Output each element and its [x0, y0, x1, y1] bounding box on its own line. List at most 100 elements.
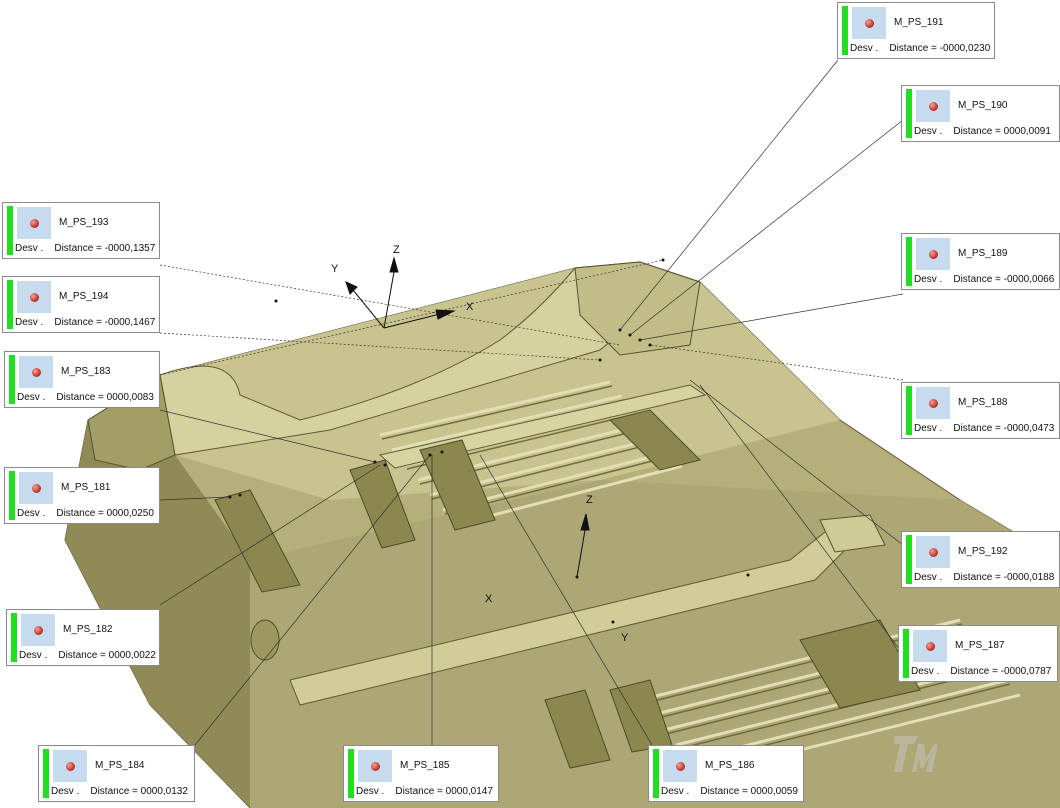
status-bar [906, 386, 912, 435]
label-m-ps-184[interactable]: M_PS_184 Desv . Distance = 0000,0132 [38, 745, 195, 802]
point-sphere-icon [663, 750, 697, 782]
label-name: M_PS_189 [958, 248, 1008, 259]
axis-label-center-x: X [485, 593, 493, 605]
distance-value: 0000,0250 [106, 508, 154, 519]
status-bar [43, 749, 49, 798]
distance-label: Distance = [953, 572, 1001, 583]
label-m-ps-185[interactable]: M_PS_185 Desv . Distance = 0000,0147 [343, 745, 499, 802]
point-sphere-icon [913, 630, 947, 662]
distance-value: -0000,1357 [104, 243, 156, 254]
label-m-ps-182[interactable]: M_PS_182 Desv . Distance = 0000,0022 [6, 609, 160, 666]
label-name: M_PS_184 [95, 760, 145, 771]
point-sphere-icon [358, 750, 392, 782]
label-m-ps-188[interactable]: M_PS_188 Desv . Distance = -0000,0473 [901, 382, 1060, 439]
desv-label: Desv . [17, 508, 46, 519]
label-m-ps-193[interactable]: M_PS_193 Desv . Distance = -0000,1357 [2, 202, 160, 259]
label-m-ps-186[interactable]: M_PS_186 Desv . Distance = 0000,0059 [648, 745, 804, 802]
distance-label: Distance = [395, 786, 443, 797]
desv-label: Desv . [914, 274, 943, 285]
point-sphere-icon [19, 356, 53, 388]
distance-value: -0000,0230 [939, 43, 991, 54]
axis-label-center-y: Y [621, 632, 629, 644]
distance-label: Distance = [58, 650, 106, 661]
label-m-ps-181[interactable]: M_PS_181 Desv . Distance = 0000,0250 [4, 467, 160, 524]
distance-label: Distance = [950, 666, 998, 677]
status-bar [653, 749, 659, 798]
desv-label: Desv . [914, 126, 943, 137]
status-bar [906, 89, 912, 138]
distance-value: 0000,0022 [108, 650, 156, 661]
distance-value: 0000,0091 [1003, 126, 1051, 137]
label-name: M_PS_183 [61, 366, 111, 377]
distance-value: 0000,0083 [106, 392, 154, 403]
point-sphere-icon [852, 7, 886, 39]
label-name: M_PS_193 [59, 217, 109, 228]
point-sphere-icon [916, 536, 950, 568]
desv-label: Desv . [15, 317, 44, 328]
label-name: M_PS_192 [958, 546, 1008, 557]
point-sphere-icon [17, 207, 51, 239]
desv-label: Desv . [914, 572, 943, 583]
distance-label: Distance = [54, 317, 102, 328]
tm-logo-icon [894, 736, 938, 772]
label-m-ps-191[interactable]: M_PS_191 Desv . Distance = -0000,0230 [837, 2, 995, 59]
status-bar [906, 237, 912, 286]
status-bar [9, 355, 15, 404]
point-sphere-icon [19, 472, 53, 504]
label-name: M_PS_185 [400, 760, 450, 771]
desv-label: Desv . [914, 423, 943, 434]
desv-label: Desv . [15, 243, 44, 254]
label-name: M_PS_181 [61, 482, 111, 493]
left-boss [250, 619, 280, 661]
distance-value: 0000,0059 [750, 786, 798, 797]
distance-label: Distance = [56, 392, 104, 403]
point-sphere-icon [53, 750, 87, 782]
label-name: M_PS_194 [59, 291, 109, 302]
status-bar [348, 749, 354, 798]
point-sphere-icon [17, 281, 51, 313]
distance-value: -0000,0787 [1000, 666, 1052, 677]
desv-label: Desv . [356, 786, 385, 797]
label-m-ps-187[interactable]: M_PS_187 Desv . Distance = -0000,0787 [898, 625, 1058, 682]
distance-label: Distance = [889, 43, 937, 54]
desv-label: Desv . [911, 666, 940, 677]
label-m-ps-190[interactable]: M_PS_190 Desv . Distance = 0000,0091 [901, 85, 1060, 142]
status-bar [11, 613, 17, 662]
label-m-ps-183[interactable]: M_PS_183 Desv . Distance = 0000,0083 [4, 351, 160, 408]
axis-label-top-y: Y [331, 263, 339, 275]
label-m-ps-192[interactable]: M_PS_192 Desv . Distance = -0000,0188 [901, 531, 1060, 588]
distance-value: -0000,1467 [104, 317, 156, 328]
distance-label: Distance = [953, 274, 1001, 285]
point-sphere-icon [916, 90, 950, 122]
label-name: M_PS_182 [63, 624, 113, 635]
3d-viewport[interactable]: Z Y X Z X Y M_PS_191 Desv . Distance = -0… [0, 0, 1060, 808]
label-name: M_PS_191 [894, 17, 944, 28]
distance-value: -0000,0066 [1003, 274, 1055, 285]
label-name: M_PS_187 [955, 640, 1005, 651]
desv-label: Desv . [17, 392, 46, 403]
label-name: M_PS_190 [958, 100, 1008, 111]
distance-value: 0000,0132 [140, 786, 188, 797]
label-m-ps-189[interactable]: M_PS_189 Desv . Distance = -0000,0066 [901, 233, 1060, 290]
distance-value: -0000,0188 [1003, 572, 1055, 583]
distance-label: Distance = [953, 126, 1001, 137]
axis-label-top-z: Z [393, 244, 400, 256]
desv-label: Desv . [661, 786, 690, 797]
status-bar [842, 6, 848, 55]
point-sphere-icon [21, 614, 55, 646]
label-name: M_PS_188 [958, 397, 1008, 408]
label-name: M_PS_186 [705, 760, 755, 771]
status-bar [7, 280, 13, 329]
status-bar [906, 535, 912, 584]
desv-label: Desv . [51, 786, 80, 797]
distance-value: -0000,0473 [1003, 423, 1055, 434]
axis-label-top-x: X [466, 301, 474, 313]
label-m-ps-194[interactable]: M_PS_194 Desv . Distance = -0000,1467 [2, 276, 160, 333]
distance-label: Distance = [953, 423, 1001, 434]
distance-value: 0000,0147 [445, 786, 493, 797]
desv-label: Desv . [850, 43, 879, 54]
distance-label: Distance = [56, 508, 104, 519]
status-bar [903, 629, 909, 678]
axis-label-center-z: Z [586, 494, 593, 506]
point-sphere-icon [916, 387, 950, 419]
